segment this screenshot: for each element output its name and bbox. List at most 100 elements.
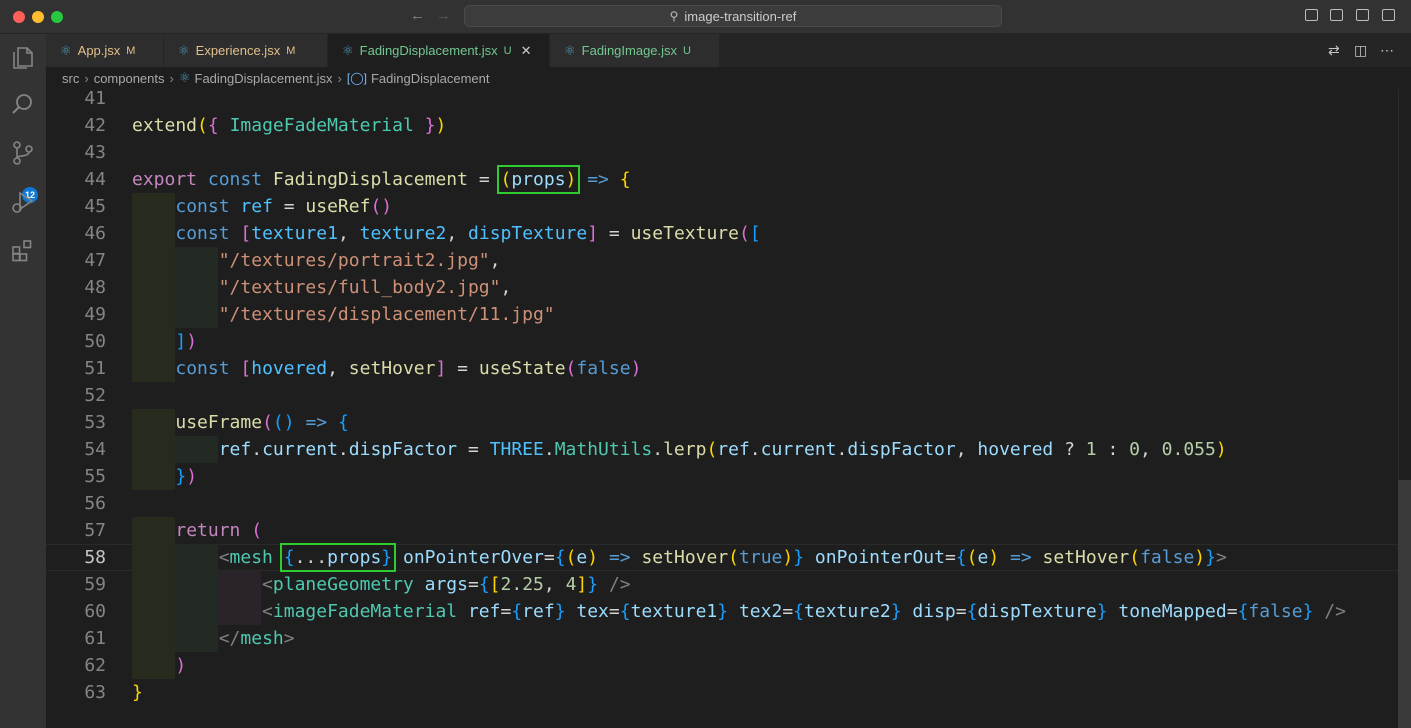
tab-app-jsx[interactable]: ⚛ App.jsx M [46, 34, 164, 67]
code-token: true [739, 547, 783, 568]
code-token: < [262, 574, 273, 595]
line-number[interactable]: 47 [46, 247, 106, 274]
code-line: 55 }) [46, 463, 1398, 490]
close-window-button[interactable] [13, 11, 25, 23]
code-token: false [576, 358, 631, 379]
split-editor-icon[interactable]: ◫ [1354, 42, 1367, 59]
open-changes-icon[interactable]: ⇄ [1328, 42, 1340, 59]
line-number[interactable]: 43 [46, 139, 106, 166]
breadcrumb-components[interactable]: components [94, 71, 165, 86]
code-text: <planeGeometry args={[2.25, 4]} /> [132, 571, 631, 598]
code-token: dispFactor [847, 439, 956, 460]
line-number[interactable]: 57 [46, 517, 106, 544]
code-line: 61 </mesh> [46, 625, 1398, 652]
breadcrumb-file[interactable]: FadingDisplacement.jsx [195, 71, 333, 86]
code-token: FadingDisplacement [272, 169, 468, 190]
code-line: 43 [46, 139, 1398, 166]
code-token: } [793, 547, 805, 568]
tab-experience-jsx[interactable]: ⚛ Experience.jsx M [164, 34, 328, 67]
code-token: ( [728, 547, 740, 568]
code-token: ( [262, 412, 273, 433]
source-control-icon[interactable] [10, 140, 36, 166]
toggle-secondary-sidebar-icon[interactable] [1356, 9, 1369, 21]
code-token: ( [565, 547, 577, 568]
line-number[interactable]: 42 [46, 112, 106, 139]
line-number[interactable]: 48 [46, 274, 106, 301]
line-number[interactable]: 56 [46, 490, 106, 517]
code-text: const [texture1, texture2, dispTexture] … [132, 220, 761, 247]
line-number[interactable]: 44 [46, 166, 106, 193]
line-number[interactable]: 62 [46, 652, 106, 679]
react-file-icon: ⚛ [178, 70, 191, 85]
line-number[interactable]: 53 [46, 409, 106, 436]
code-token: < [262, 601, 273, 622]
back-arrow-icon[interactable]: ← [410, 7, 425, 24]
toggle-panel-icon[interactable] [1330, 9, 1343, 21]
code-token: dispTexture [468, 223, 588, 244]
code-token: [ [749, 223, 761, 244]
code-token: texture2 [804, 601, 891, 622]
line-number[interactable]: 63 [46, 679, 106, 706]
extensions-icon[interactable] [10, 237, 36, 263]
line-number[interactable]: 51 [46, 355, 106, 382]
command-center-search[interactable]: ⚲ image-transition-ref [464, 5, 1002, 27]
tab-fadingdisplacement-jsx[interactable]: ⚛ FadingDisplacement.jsx U ✕ [328, 34, 550, 67]
code-token: THREE [489, 439, 544, 460]
editor-tab-bar: ⚛ App.jsx M ⚛ Experience.jsx M ⚛ FadingD… [46, 34, 1411, 67]
code-token: } [424, 115, 436, 136]
breadcrumb-src[interactable]: src [62, 71, 79, 86]
line-number[interactable]: 61 [46, 625, 106, 652]
more-actions-icon[interactable]: ⋯ [1380, 42, 1394, 59]
customize-layout-icon[interactable] [1382, 9, 1395, 21]
code-line: 56 [46, 490, 1398, 517]
toggle-primary-sidebar-icon[interactable] [1305, 9, 1318, 21]
tab-fadingimage-jsx[interactable]: ⚛ FadingImage.jsx U [550, 34, 720, 67]
line-number[interactable]: 50 [46, 328, 106, 355]
code-token: useTexture [630, 223, 739, 244]
code-token: } [587, 574, 599, 595]
line-number[interactable]: 41 [46, 89, 106, 112]
search-icon[interactable] [10, 91, 36, 117]
code-token: = [598, 223, 631, 244]
line-number[interactable]: 60 [46, 598, 106, 625]
explorer-icon[interactable] [10, 44, 36, 70]
react-file-icon: ⚛ [60, 42, 72, 58]
code-token: => [305, 412, 328, 433]
breadcrumb: src › components › ⚛ FadingDisplacement.… [46, 67, 1411, 89]
code-token: () [370, 196, 393, 217]
activity-bar: 12 [0, 34, 46, 728]
code-token: ref [240, 196, 273, 217]
code-token: ( [197, 115, 208, 136]
close-tab-icon[interactable]: ✕ [521, 43, 532, 59]
editor-scrollbar-thumb[interactable] [1398, 480, 1411, 728]
code-token: { [793, 601, 805, 622]
code-token: ] [587, 223, 599, 244]
code-editor[interactable]: 41 42 extend({ ImageFadeMaterial }) 43 44 exp… [46, 89, 1398, 728]
line-number[interactable]: 58 [46, 544, 106, 571]
minimize-window-button[interactable] [32, 11, 44, 23]
maximize-window-button[interactable] [51, 11, 63, 23]
line-number[interactable]: 59 [46, 571, 106, 598]
line-number[interactable]: 46 [46, 220, 106, 247]
code-token: hovered [977, 439, 1054, 460]
code-token: : [1096, 439, 1130, 460]
line-number[interactable]: 45 [46, 193, 106, 220]
line-number[interactable]: 52 [46, 382, 106, 409]
line-number[interactable]: 55 [46, 463, 106, 490]
code-token: [ [489, 574, 501, 595]
run-and-debug-icon[interactable] [10, 189, 36, 215]
line-number[interactable]: 54 [46, 436, 106, 463]
breadcrumb-symbol[interactable]: FadingDisplacement [371, 71, 490, 86]
forward-arrow-icon[interactable]: → [436, 7, 451, 24]
code-token: ) [186, 331, 198, 352]
line-number[interactable]: 49 [46, 301, 106, 328]
